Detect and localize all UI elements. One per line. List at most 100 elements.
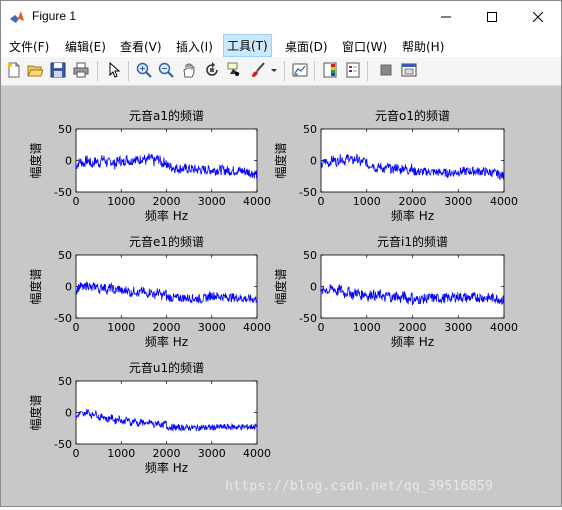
x-tick-label: 4000: [490, 195, 518, 208]
subplot-title: 元音a1的频谱: [129, 108, 204, 123]
menu-tools[interactable]: 工具(T): [223, 34, 272, 57]
y-tick-label: 0: [65, 281, 72, 294]
x-tick-label: 2000: [399, 321, 427, 334]
show-plot-tools-icon[interactable]: [400, 61, 418, 79]
close-button[interactable]: [515, 1, 561, 32]
new-figure-icon[interactable]: [5, 61, 23, 79]
y-tick-label: -50: [299, 312, 317, 325]
y-tick-label: -50: [54, 438, 72, 451]
x-tick-label: 2000: [153, 195, 181, 208]
x-tick-label: 1000: [107, 321, 135, 334]
y-axis-label: 幅度谱: [28, 394, 43, 430]
maximize-icon: [487, 11, 497, 22]
subplot-title: 元音u1的频谱: [129, 360, 204, 375]
colorbar-icon[interactable]: [321, 61, 339, 79]
y-tick-label: 0: [310, 155, 317, 168]
zoom-out-icon[interactable]: [157, 61, 175, 79]
subplot-title: 元音i1的频谱: [377, 234, 448, 249]
y-axis-label: 幅度谱: [273, 268, 288, 304]
x-tick-label: 1000: [107, 447, 135, 460]
print-icon[interactable]: [72, 61, 90, 79]
menu-view[interactable]: 查看(V): [120, 36, 162, 57]
x-tick-label: 4000: [243, 321, 271, 334]
y-tick-label: 50: [58, 375, 72, 388]
subplots-area: 元音a1的频谱0 1000 2000 3000 4000-50050频率 Hz幅度谱元音…: [28, 108, 518, 475]
x-tick-label: 3000: [198, 195, 226, 208]
title-bar: Figure 1: [1, 1, 561, 32]
toolbar-separator: [284, 61, 285, 81]
x-tick-label: 2000: [153, 447, 181, 460]
x-axis-label: 频率 Hz: [391, 208, 434, 223]
y-tick-label: 50: [58, 123, 72, 136]
save-icon[interactable]: [49, 61, 67, 79]
y-tick-label: 50: [303, 123, 317, 136]
rotate-3d-icon[interactable]: [203, 61, 221, 79]
link-plot-icon[interactable]: [291, 61, 309, 79]
x-tick-label: 2000: [399, 195, 427, 208]
subplot-title: 元音o1的频谱: [375, 108, 450, 123]
x-tick-label: 1000: [107, 195, 135, 208]
x-axis-label: 频率 Hz: [145, 460, 188, 475]
maximize-button[interactable]: [469, 1, 515, 32]
x-tick-label: 3000: [198, 447, 226, 460]
open-folder-icon[interactable]: [26, 61, 44, 79]
x-tick-label: 0: [73, 321, 80, 334]
x-axis-label: 频率 Hz: [145, 208, 188, 223]
figure-toolbar: [1, 57, 561, 86]
x-tick-label: 2000: [153, 321, 181, 334]
toolbar-separator: [128, 61, 129, 81]
minimize-button[interactable]: [423, 1, 469, 32]
x-tick-label: 3000: [444, 195, 472, 208]
axes-box: [75, 380, 258, 445]
menu-file[interactable]: 文件(F): [9, 36, 49, 57]
window-title: Figure 1: [32, 9, 77, 23]
menu-edit[interactable]: 编辑(E): [65, 36, 106, 57]
x-tick-label: 3000: [198, 321, 226, 334]
x-axis-label: 频率 Hz: [145, 334, 188, 349]
figure-canvas[interactable]: 元音a1的频谱 0 1000 2000 3000 4000 -50 0 50 频率 Hz 幅度谱 元音…: [1, 86, 561, 506]
y-tick-label: -50: [54, 312, 72, 325]
x-axis-label: 频率 Hz: [391, 334, 434, 349]
menu-help[interactable]: 帮助(H): [402, 36, 444, 57]
x-tick-label: 1000: [353, 195, 381, 208]
y-tick-label: -50: [299, 186, 317, 199]
toolbar-separator: [97, 61, 98, 81]
menu-bar: 文件(F) 编辑(E) 查看(V) 插入(I) 工具(T) 桌面(D) 窗口(W…: [1, 32, 561, 79]
legend-icon[interactable]: [344, 61, 362, 79]
hide-plot-tools-icon[interactable]: [377, 61, 395, 79]
y-tick-label: 0: [310, 281, 317, 294]
menu-window[interactable]: 窗口(W): [342, 36, 387, 57]
menu-desktop[interactable]: 桌面(D): [285, 36, 328, 57]
x-tick-label: 3000: [444, 321, 472, 334]
pointer-icon[interactable]: [105, 61, 123, 79]
subplot-title: 元音e1的频谱: [129, 234, 204, 249]
figure-window: Figure 1 文件(F) 编辑(E) 查看(V) 插入(I) 工具(T) 桌…: [0, 0, 562, 507]
y-axis-label: 幅度谱: [28, 142, 43, 178]
brush-dropdown-icon[interactable]: [269, 61, 279, 79]
y-tick-label: 50: [303, 249, 317, 262]
y-tick-label: 0: [65, 407, 72, 420]
zoom-in-icon[interactable]: [135, 61, 153, 79]
watermark-text: https://blog.csdn.net/qq_39516859: [225, 479, 494, 494]
brush-icon[interactable]: [249, 61, 267, 79]
y-tick-label: -50: [54, 186, 72, 199]
pan-hand-icon[interactable]: [180, 61, 198, 79]
x-tick-label: 0: [73, 195, 80, 208]
x-tick-label: 4000: [243, 195, 271, 208]
x-tick-label: 0: [73, 447, 80, 460]
data-cursor-icon[interactable]: [226, 61, 244, 79]
axes-box: [320, 254, 505, 319]
matlab-app-icon: [9, 9, 25, 25]
x-tick-label: 4000: [243, 447, 271, 460]
y-axis-label: 幅度谱: [273, 142, 288, 178]
menu-insert[interactable]: 插入(I): [176, 36, 213, 57]
y-tick-label: 0: [65, 155, 72, 168]
y-axis-label: 幅度谱: [28, 268, 43, 304]
y-tick-label: 50: [58, 249, 72, 262]
toolbar-separator: [367, 61, 368, 81]
close-icon: [533, 11, 543, 22]
toolbar-separator: [314, 61, 315, 81]
minimize-icon: [441, 16, 451, 17]
x-tick-label: 1000: [353, 321, 381, 334]
x-tick-label: 0: [318, 195, 325, 208]
